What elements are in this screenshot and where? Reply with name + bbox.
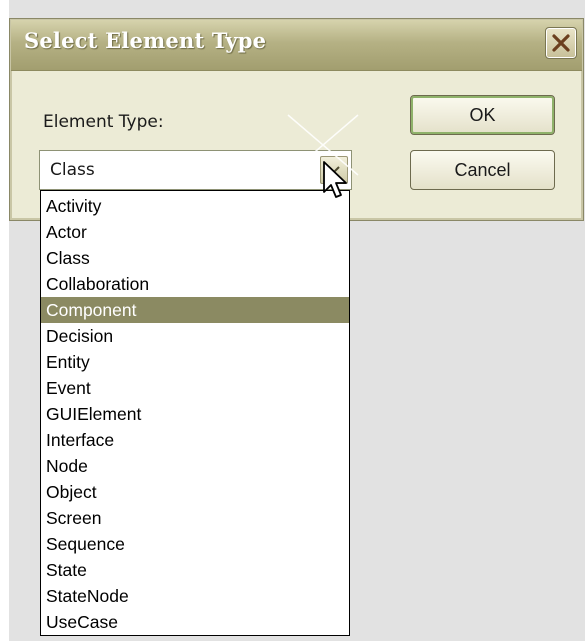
combobox-value: Class <box>50 160 95 180</box>
close-button[interactable] <box>545 27 577 59</box>
dropdown-item-screen[interactable]: Screen <box>41 505 349 531</box>
title-bar[interactable]: Select Element Type <box>11 20 582 71</box>
dropdown-item-sequence[interactable]: Sequence <box>41 531 349 557</box>
dropdown-item-interface[interactable]: Interface <box>41 427 349 453</box>
dropdown-item-actor[interactable]: Actor <box>41 219 349 245</box>
dropdown-item-object[interactable]: Object <box>41 479 349 505</box>
dropdown-item-decision[interactable]: Decision <box>41 323 349 349</box>
ok-button[interactable]: OK <box>410 95 555 135</box>
dropdown-item-activity[interactable]: Activity <box>41 193 349 219</box>
mouse-cursor-icon <box>323 161 347 198</box>
dropdown-item-node[interactable]: Node <box>41 453 349 479</box>
dropdown-item-component[interactable]: Component <box>41 297 349 323</box>
close-icon <box>552 34 570 52</box>
dropdown-item-usecase[interactable]: UseCase <box>41 609 349 635</box>
window-title: Select Element Type <box>24 28 267 53</box>
dropdown-item-state[interactable]: State <box>41 557 349 583</box>
dropdown-item-event[interactable]: Event <box>41 375 349 401</box>
element-type-label: Element Type: <box>43 112 164 132</box>
element-type-dropdown-list[interactable]: Activity Actor Class Collaboration Compo… <box>40 190 350 636</box>
cancel-button[interactable]: Cancel <box>410 150 555 190</box>
dropdown-item-guielement[interactable]: GUIElement <box>41 401 349 427</box>
dropdown-item-collaboration[interactable]: Collaboration <box>41 271 349 297</box>
dropdown-item-entity[interactable]: Entity <box>41 349 349 375</box>
dropdown-item-class[interactable]: Class <box>41 245 349 271</box>
dropdown-item-statenode[interactable]: StateNode <box>41 583 349 609</box>
